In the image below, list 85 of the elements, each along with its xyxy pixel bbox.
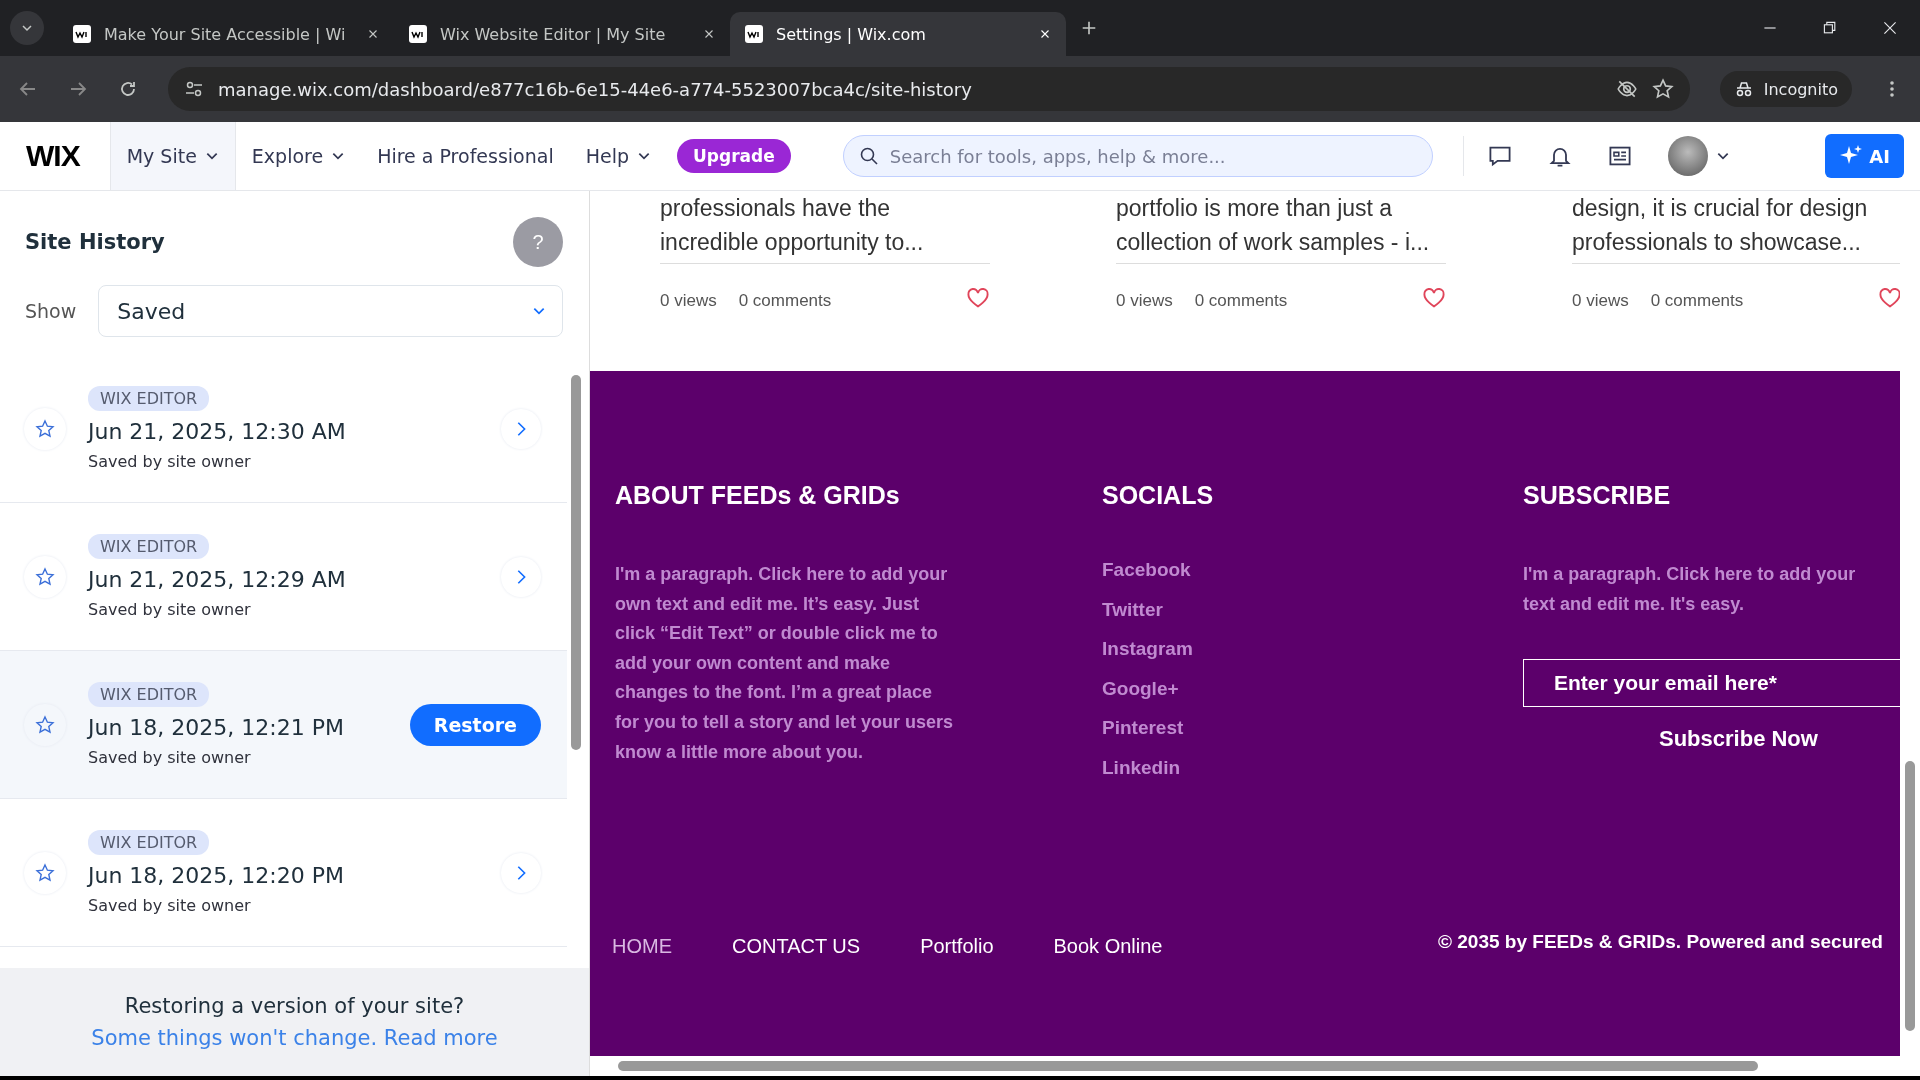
social-link[interactable]: Google+ <box>1102 668 1498 708</box>
ai-button[interactable]: AI <box>1825 134 1904 178</box>
browser-tab[interactable]: Wix Website Editor | My Site <box>394 12 730 56</box>
eye-off-icon[interactable] <box>1615 78 1638 100</box>
saved-by-text: Saved by site owner <box>88 600 252 619</box>
version-row[interactable]: WIX EDITOR Jun 18, 2025, 12:20 PM Saved by site owner <box>0 799 567 947</box>
favicon-icon <box>72 24 92 44</box>
browser-tab[interactable]: Settings | Wix.com <box>730 12 1066 56</box>
site-info-icon[interactable] <box>184 79 204 99</box>
search-icon <box>858 146 879 166</box>
about-paragraph: I'm a paragraph. Click here to add your own text and edit me. It’s easy. Just click “Edit Text” or double click me to add your own content and make changes to the font. I’m a great place for you to tell a story and let your users know a little more about you. <box>615 563 955 764</box>
post-excerpt: portfolio is more than just a collection of work samples - i... <box>1116 191 1446 264</box>
subscribe-button[interactable]: Subscribe Now <box>1653 725 1824 754</box>
avatar[interactable] <box>1667 136 1708 176</box>
nav-menu-item[interactable]: My Site <box>109 122 236 190</box>
views-count: 0 views <box>1116 290 1173 311</box>
saved-by-text: Saved by site owner <box>88 748 252 767</box>
footer-menu-link[interactable]: CONTACT US <box>732 934 861 958</box>
plus-icon[interactable] <box>1080 19 1098 37</box>
views-count: 0 views <box>1572 290 1629 311</box>
footer-menu-link[interactable]: Book Online <box>1053 934 1163 958</box>
address-bar[interactable]: manage.wix.com/dashboard/e877c16b-6e15-44e6-a774-5523007bca4c/site-history <box>168 67 1690 111</box>
chat-icon[interactable] <box>1487 144 1512 168</box>
star-icon[interactable] <box>35 714 55 735</box>
heart-icon[interactable] <box>966 286 990 310</box>
restore-note: Restoring a version of your site? <box>124 994 465 1018</box>
comments-count: 0 comments <box>738 290 832 311</box>
nav-menu-item[interactable]: Hire a Professional <box>361 122 570 190</box>
star-icon[interactable] <box>35 862 55 883</box>
social-link[interactable]: Twitter <box>1102 589 1498 629</box>
social-link[interactable]: Pinterest <box>1102 708 1498 748</box>
comments-count: 0 comments <box>1194 290 1288 311</box>
version-date: Jun 18, 2025, 12:20 PM <box>88 863 345 888</box>
reload-icon[interactable] <box>118 79 138 99</box>
show-dropdown[interactable]: Saved <box>98 285 563 337</box>
scrollbar-thumb[interactable] <box>618 1061 1758 1071</box>
comments-count: 0 comments <box>1650 290 1744 311</box>
star-icon[interactable] <box>1651 78 1674 100</box>
chevron-down-icon <box>21 22 33 34</box>
footer-heading: ABOUT FEEDs & GRIDs <box>615 481 901 510</box>
close-icon[interactable] <box>1882 20 1898 36</box>
footer-heading: SOCIALS <box>1102 481 1215 510</box>
incognito-button[interactable]: Incognito <box>1719 71 1852 107</box>
footer-menu-link[interactable]: Portfolio <box>920 934 994 958</box>
social-link[interactable]: Linkedin <box>1102 747 1498 787</box>
version-date: Jun 21, 2025, 12:30 AM <box>88 419 347 444</box>
copyright-text: © 2035 by FEEDs & GRIDs. Powered and secured <box>1438 931 1884 953</box>
restore-button[interactable]: Restore <box>409 703 541 746</box>
social-link[interactable]: Instagram <box>1102 629 1498 669</box>
panel-title: Site History <box>25 230 165 254</box>
upgrade-button[interactable]: Upgrade <box>677 139 791 173</box>
favicon-icon <box>408 24 428 44</box>
saved-by-text: Saved by site owner <box>88 452 252 471</box>
heart-icon[interactable] <box>1422 286 1446 310</box>
version-date: Jun 18, 2025, 12:21 PM <box>88 715 345 740</box>
version-date: Jun 21, 2025, 12:29 AM <box>88 567 347 592</box>
star-icon[interactable] <box>35 418 55 439</box>
restore-icon[interactable] <box>1822 20 1838 36</box>
footer-menu-link[interactable]: HOME <box>612 934 672 958</box>
source-tag: WIX EDITOR <box>88 682 210 707</box>
heart-icon[interactable] <box>1878 286 1902 310</box>
source-tag: WIX EDITOR <box>88 830 210 855</box>
source-tag: WIX EDITOR <box>88 386 210 411</box>
source-tag: WIX EDITOR <box>88 534 210 559</box>
newspaper-icon[interactable] <box>1607 144 1632 168</box>
browser-tab[interactable]: Make Your Site Accessible | Wi <box>58 12 394 56</box>
saved-by-text: Saved by site owner <box>88 896 252 915</box>
nav-menu-item[interactable]: Explore <box>235 122 362 190</box>
scrollbar-thumb[interactable] <box>1905 761 1915 1031</box>
wix-logo[interactable]: WIX <box>0 139 110 173</box>
footer-heading: SUBSCRIBE <box>1523 481 1672 510</box>
show-label: Show <box>25 300 77 322</box>
version-row[interactable]: WIX EDITOR Jun 18, 2025, 12:21 PM Saved by site owner Restore <box>0 651 567 799</box>
tab-search-button[interactable] <box>10 11 44 45</box>
version-row[interactable]: WIX EDITOR Jun 21, 2025, 12:30 AM Saved by site owner <box>0 355 567 503</box>
email-field[interactable]: Enter your email here* <box>1523 659 1903 708</box>
post-excerpt: professionals have the incredible opportunity to... <box>660 191 990 264</box>
subscribe-paragraph: I'm a paragraph. Click here to add your text and edit me. It's easy. <box>1523 563 1857 616</box>
views-count: 0 views <box>660 290 717 311</box>
nav-menu-item[interactable]: Help <box>569 122 667 190</box>
search-field[interactable]: Search for tools, apps, help & more... <box>842 135 1433 177</box>
star-icon[interactable] <box>35 566 55 587</box>
social-link[interactable]: Facebook <box>1102 550 1498 590</box>
scrollbar-thumb[interactable] <box>571 375 581 750</box>
favicon-icon <box>744 24 764 44</box>
